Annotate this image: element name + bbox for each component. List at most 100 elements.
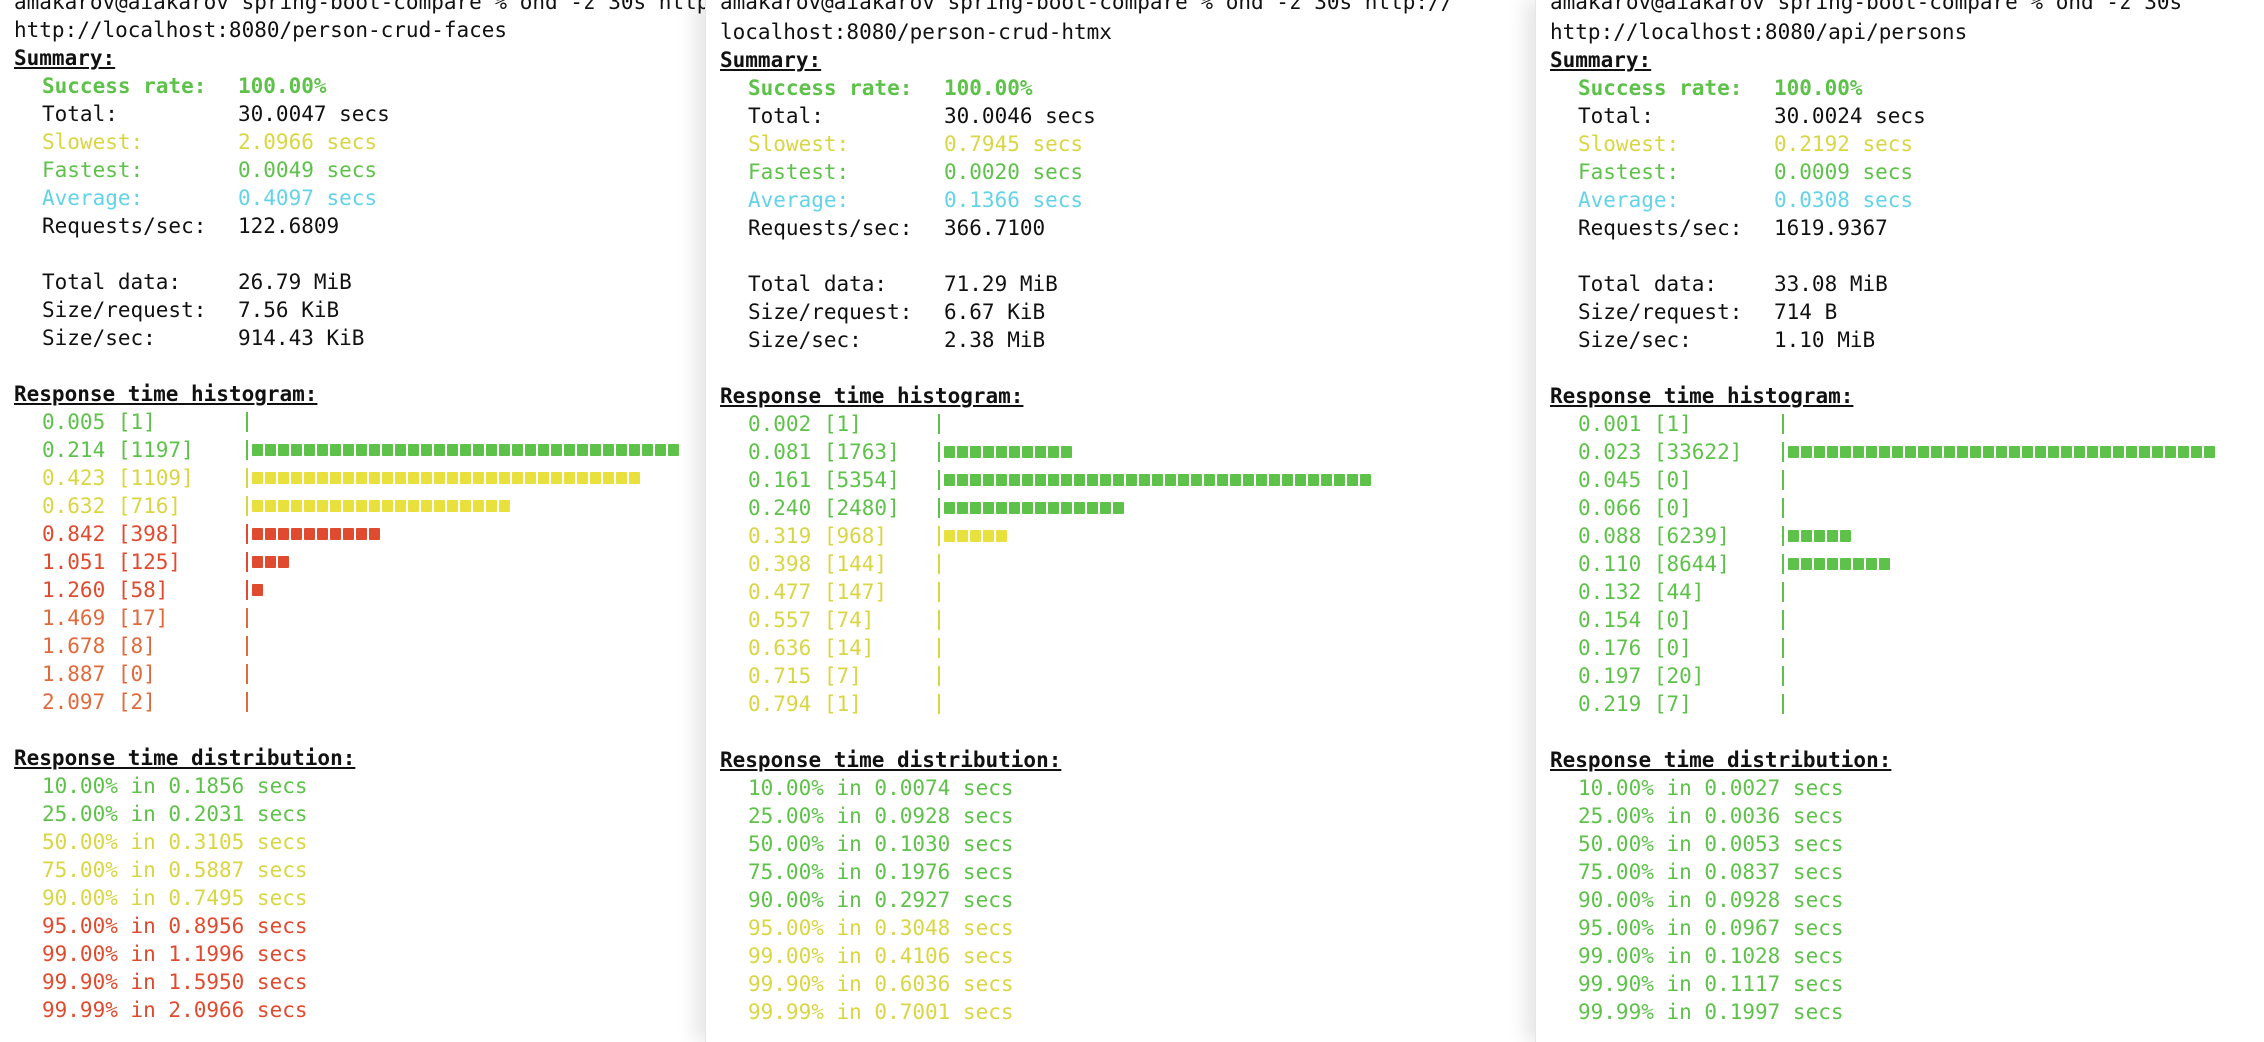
- histogram-bar-block: [460, 472, 471, 484]
- histogram-bar-block: [304, 528, 315, 540]
- histogram-bar-block: [577, 444, 588, 456]
- histogram-bar-track: [1782, 634, 1788, 662]
- histogram-bar-block: [278, 528, 289, 540]
- distribution-row: 90.00% in 0.2927 secs: [748, 888, 1014, 912]
- histogram-bar-block: [382, 472, 393, 484]
- histogram-bar-block: [1827, 446, 1838, 458]
- histogram-bar-block: [1788, 558, 1799, 570]
- histogram-bar-block: [2113, 446, 2124, 458]
- histogram-bar-block: [642, 444, 653, 456]
- histogram-row: 0.154 [0]: [1550, 606, 2264, 634]
- histogram-bar: [252, 584, 263, 596]
- histogram-heading: Response time histogram:: [720, 384, 1024, 408]
- histogram-bar-track: [246, 548, 289, 576]
- histogram-bar-block: [343, 472, 354, 484]
- distribution-row: 75.00% in 0.1976 secs: [748, 860, 1014, 884]
- histogram-bucket-label: 0.197 [20]: [1578, 664, 1705, 688]
- requests-per-sec-row: Requests/sec: 122.6809: [42, 214, 340, 238]
- terminal-pane-htmx[interactable]: amakarov@aiakarov spring-boot-compare % …: [705, 0, 1535, 1042]
- histogram-bucket-label: 0.066 [0]: [1578, 496, 1692, 520]
- distribution-row: 99.90% in 0.6036 secs: [748, 972, 1014, 996]
- histogram-row: 0.715 [7]: [720, 662, 1535, 690]
- histogram-row: 0.423 [1109]: [14, 464, 705, 492]
- terminal-pane-faces[interactable]: amakarov@aiakarov spring-boot-compare % …: [0, 0, 705, 1042]
- histogram-row: 0.197 [20]: [1550, 662, 2264, 690]
- histogram-bar-block: [1321, 474, 1332, 486]
- histogram-bucket-label: 0.005 [1]: [42, 410, 156, 434]
- histogram-bar-block: [551, 444, 562, 456]
- summary-heading: Summary:: [1550, 48, 1652, 72]
- histogram-bar-block: [944, 502, 955, 514]
- histogram-bar-track: [246, 660, 252, 688]
- histogram-bar-block: [970, 502, 981, 514]
- terminal-pane-api[interactable]: amakarov@aiakarov spring-boot-compare % …: [1535, 0, 2264, 1042]
- command-line: amakarov@aiakarov spring-boot-compare % …: [720, 0, 1454, 14]
- slowest-row: Slowest: 0.7945 secs: [748, 132, 1084, 156]
- histogram-bar-block: [944, 474, 955, 486]
- histogram-bucket-label: 0.161 [5354]: [748, 468, 900, 492]
- histogram-bar-block: [1996, 446, 2007, 458]
- histogram-bar-block: [512, 444, 523, 456]
- histogram-bar-block: [252, 528, 263, 540]
- histogram-bar-block: [1814, 446, 1825, 458]
- histogram-bar-block: [1074, 502, 1085, 514]
- histogram-bar-track: [938, 606, 944, 634]
- histogram-bar-block: [944, 446, 955, 458]
- histogram-bar-block: [343, 528, 354, 540]
- histogram-row: 0.161 [5354]: [720, 466, 1535, 494]
- histogram-bar-block: [1295, 474, 1306, 486]
- histogram-bucket-label: 0.240 [2480]: [748, 496, 900, 520]
- histogram-bar-block: [2048, 446, 2059, 458]
- histogram-bar-block: [330, 500, 341, 512]
- histogram-bucket-label: 1.051 [125]: [42, 550, 182, 574]
- histogram-bar-track: [1782, 438, 2215, 466]
- fastest-row: Fastest: 0.0049 secs: [42, 158, 378, 182]
- histogram-bucket-label: 0.176 [0]: [1578, 636, 1692, 660]
- histogram-bar-block: [957, 502, 968, 514]
- histogram-bucket-label: 0.219 [7]: [1578, 692, 1692, 716]
- histogram-bar-block: [486, 500, 497, 512]
- histogram-bar-block: [1009, 502, 1020, 514]
- histogram-bar-block: [1230, 474, 1241, 486]
- histogram-bar-block: [265, 528, 276, 540]
- histogram-axis-tick: [246, 468, 248, 488]
- histogram-bar-block: [460, 444, 471, 456]
- histogram-bar-block: [473, 500, 484, 512]
- histogram-bar-block: [590, 472, 601, 484]
- histogram-bucket-label: 0.214 [1197]: [42, 438, 194, 462]
- histogram-bar-block: [369, 472, 380, 484]
- histogram-bar-block: [330, 472, 341, 484]
- histogram-bar-block: [1983, 446, 1994, 458]
- histogram-bar-block: [944, 530, 955, 542]
- histogram-bar: [944, 530, 1007, 542]
- histogram-bar-block: [1347, 474, 1358, 486]
- distribution-row: 50.00% in 0.1030 secs: [748, 832, 1014, 856]
- histogram-bar-track: [1782, 690, 1788, 718]
- histogram-bar-block: [343, 500, 354, 512]
- histogram-row: 0.066 [0]: [1550, 494, 2264, 522]
- histogram-row: 0.088 [6239]: [1550, 522, 2264, 550]
- histogram-bar-block: [1087, 474, 1098, 486]
- histogram-bar-block: [2126, 446, 2137, 458]
- histogram-bar: [252, 444, 679, 456]
- histogram-bar-block: [252, 472, 263, 484]
- distribution-row: 50.00% in 0.3105 secs: [42, 830, 308, 854]
- histogram-bar-block: [330, 444, 341, 456]
- histogram-bar-block: [278, 444, 289, 456]
- histogram-bar-block: [252, 556, 263, 568]
- histogram-bar-block: [1087, 502, 1098, 514]
- histogram-bucket-label: 0.045 [0]: [1578, 468, 1692, 492]
- summary-heading: Summary:: [14, 46, 116, 70]
- histogram-bar: [252, 528, 380, 540]
- histogram-axis-tick: [938, 498, 940, 518]
- histogram-bar-block: [1334, 474, 1345, 486]
- histogram-bar-block: [970, 446, 981, 458]
- histogram-row: 0.045 [0]: [1550, 466, 2264, 494]
- histogram-row: 0.219 [7]: [1550, 690, 2264, 718]
- histogram-bar-block: [434, 472, 445, 484]
- histogram-bar-track: [246, 436, 679, 464]
- histogram-row: 1.678 [8]: [14, 632, 705, 660]
- command-line: amakarov@aiakarov spring-boot-compare % …: [1550, 0, 2183, 14]
- histogram-bar-block: [629, 444, 640, 456]
- histogram-bar-block: [265, 472, 276, 484]
